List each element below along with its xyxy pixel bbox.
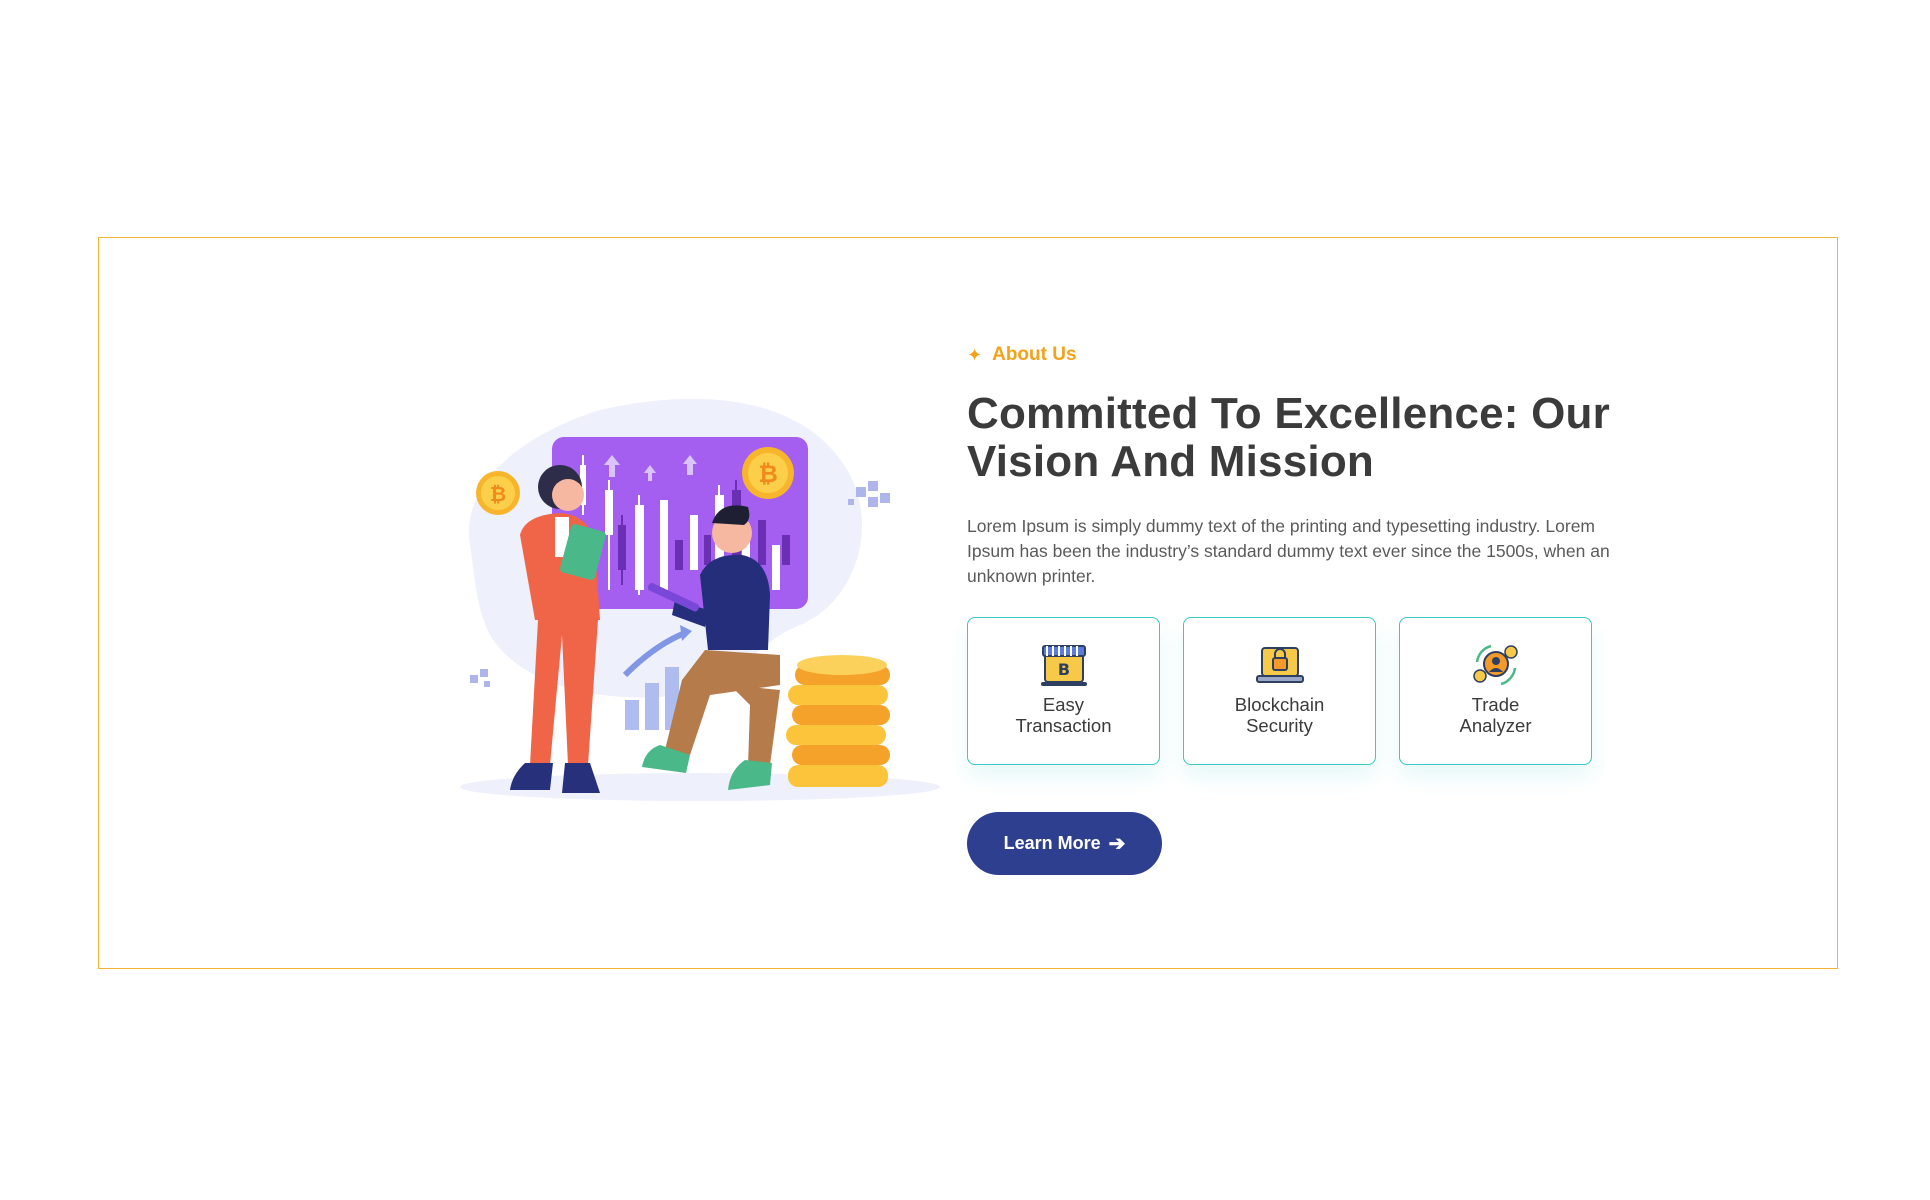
title-line-1: Committed To Excellence: Our xyxy=(967,389,1610,438)
svg-text:₿: ₿ xyxy=(758,460,778,488)
section-title: Committed To Excellence: Our Vision And … xyxy=(967,390,1617,486)
title-line-2: Vision And Mission xyxy=(967,437,1374,486)
section-description: Lorem Ipsum is simply dummy text of the … xyxy=(967,516,1610,586)
feature-card-easy-transaction[interactable]: B Easy Transaction xyxy=(967,617,1160,765)
learn-more-button[interactable]: Learn More ➔ xyxy=(967,812,1162,875)
sparkle-icon: ✦ xyxy=(967,345,983,365)
section-eyebrow: ✦ About Us xyxy=(967,340,1617,370)
feature-label: Trade Analyzer xyxy=(1459,694,1532,736)
exchange-coins-icon xyxy=(1472,644,1518,686)
about-section: ✦ About Us Committed To Excellence: Our … xyxy=(967,340,1617,875)
feature-label: Easy Transaction xyxy=(1015,694,1112,736)
eyebrow-label: About Us xyxy=(992,344,1077,365)
bitcoin-shop-icon: B xyxy=(1040,645,1087,686)
arrow-right-icon: ➔ xyxy=(1108,832,1126,855)
feature-label: Blockchain Security xyxy=(1234,694,1325,736)
svg-text:₿: ₿ xyxy=(490,482,506,506)
feature-card-blockchain-security[interactable]: Blockchain Security xyxy=(1183,617,1376,765)
feature-card-trade-analyzer[interactable]: Trade Analyzer xyxy=(1399,617,1592,765)
learn-more-label: Learn More xyxy=(1003,833,1101,853)
laptop-lock-icon xyxy=(1255,647,1304,683)
svg-text:B: B xyxy=(1057,660,1069,679)
feature-cards: B Easy Transaction Blockchain Security T… xyxy=(967,617,1617,765)
crypto-trading-illustration: ₿ ₿ xyxy=(450,395,950,815)
